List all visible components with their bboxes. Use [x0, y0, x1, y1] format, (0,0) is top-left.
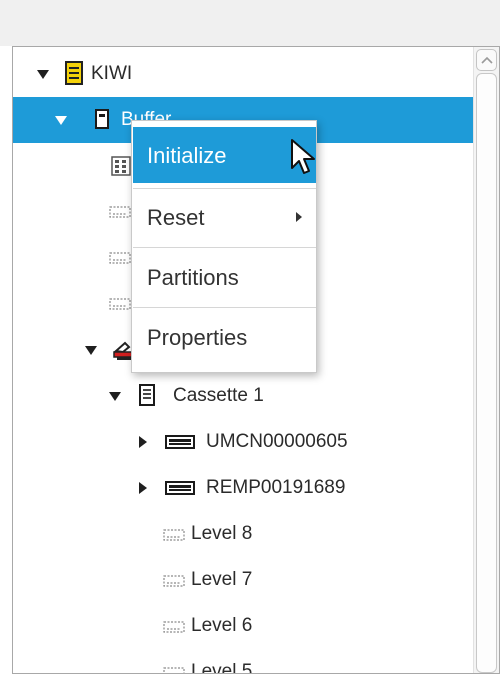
tree-item-cassette[interactable]: Cassette 1: [13, 373, 474, 419]
level-icon: [163, 528, 185, 547]
level-icon: [109, 297, 131, 316]
collapse-arrow-icon[interactable]: [139, 436, 147, 448]
scrollbar-thumb[interactable]: [476, 73, 497, 673]
mouse-cursor-icon: [291, 139, 315, 174]
menu-separator: [133, 307, 316, 308]
tree-item-level[interactable]: Level 8: [13, 511, 474, 557]
grid-icon: [111, 156, 131, 181]
level-icon: [163, 666, 185, 673]
tree-item-label: KIWI: [91, 63, 133, 84]
menu-item-partitions[interactable]: Partitions: [133, 249, 316, 305]
tree-item-label: REMP00191689: [206, 477, 346, 498]
tree-item-tray[interactable]: REMP00191689: [13, 465, 474, 511]
expand-arrow-icon[interactable]: [109, 392, 121, 401]
device-icon: [95, 109, 109, 134]
tray-icon: [165, 481, 195, 500]
menu-item-label: Reset: [147, 205, 205, 230]
level-icon: [163, 574, 185, 593]
expand-arrow-icon[interactable]: [55, 116, 67, 125]
tree-item-label: Level 8: [191, 523, 253, 544]
collapse-arrow-icon[interactable]: [139, 482, 147, 494]
tree-item-level[interactable]: Level 7: [13, 557, 474, 603]
tree-item-label: Level 6: [191, 615, 253, 636]
menu-item-label: Partitions: [147, 265, 239, 290]
tree-item-level[interactable]: Level 5: [13, 649, 474, 674]
level-icon: [109, 251, 131, 270]
submenu-arrow-icon: [296, 212, 302, 222]
chevron-up-icon: [481, 56, 493, 64]
menu-item-reset[interactable]: Reset: [133, 189, 316, 245]
tray-icon: [165, 435, 195, 454]
tree-item-tray[interactable]: UMCN00000605: [13, 419, 474, 465]
tree-item-kiwi[interactable]: KIWI: [13, 51, 474, 97]
tree-item-label: UMCN00000605: [206, 431, 348, 452]
tree-item-label: Cassette 1: [173, 385, 264, 406]
tree-item-level[interactable]: Level 6: [13, 603, 474, 649]
tree-item-label: Level 7: [191, 569, 253, 590]
cassette-icon: [139, 384, 155, 411]
menu-item-label: Initialize: [147, 143, 227, 168]
scroll-up-button[interactable]: [476, 49, 497, 71]
menu-separator: [133, 247, 316, 248]
level-icon: [163, 620, 185, 639]
tree-item-label: Level 5: [191, 661, 253, 674]
menu-item-label: Properties: [147, 325, 248, 350]
server-yellow-icon: [65, 61, 83, 90]
top-toolbar-area: [0, 0, 500, 46]
expand-arrow-icon[interactable]: [85, 346, 97, 355]
menu-item-initialize[interactable]: Initialize: [133, 127, 316, 183]
level-icon: [109, 205, 131, 224]
vertical-scrollbar[interactable]: [473, 47, 499, 673]
expand-arrow-icon[interactable]: [37, 70, 49, 79]
menu-item-properties[interactable]: Properties: [133, 309, 316, 365]
